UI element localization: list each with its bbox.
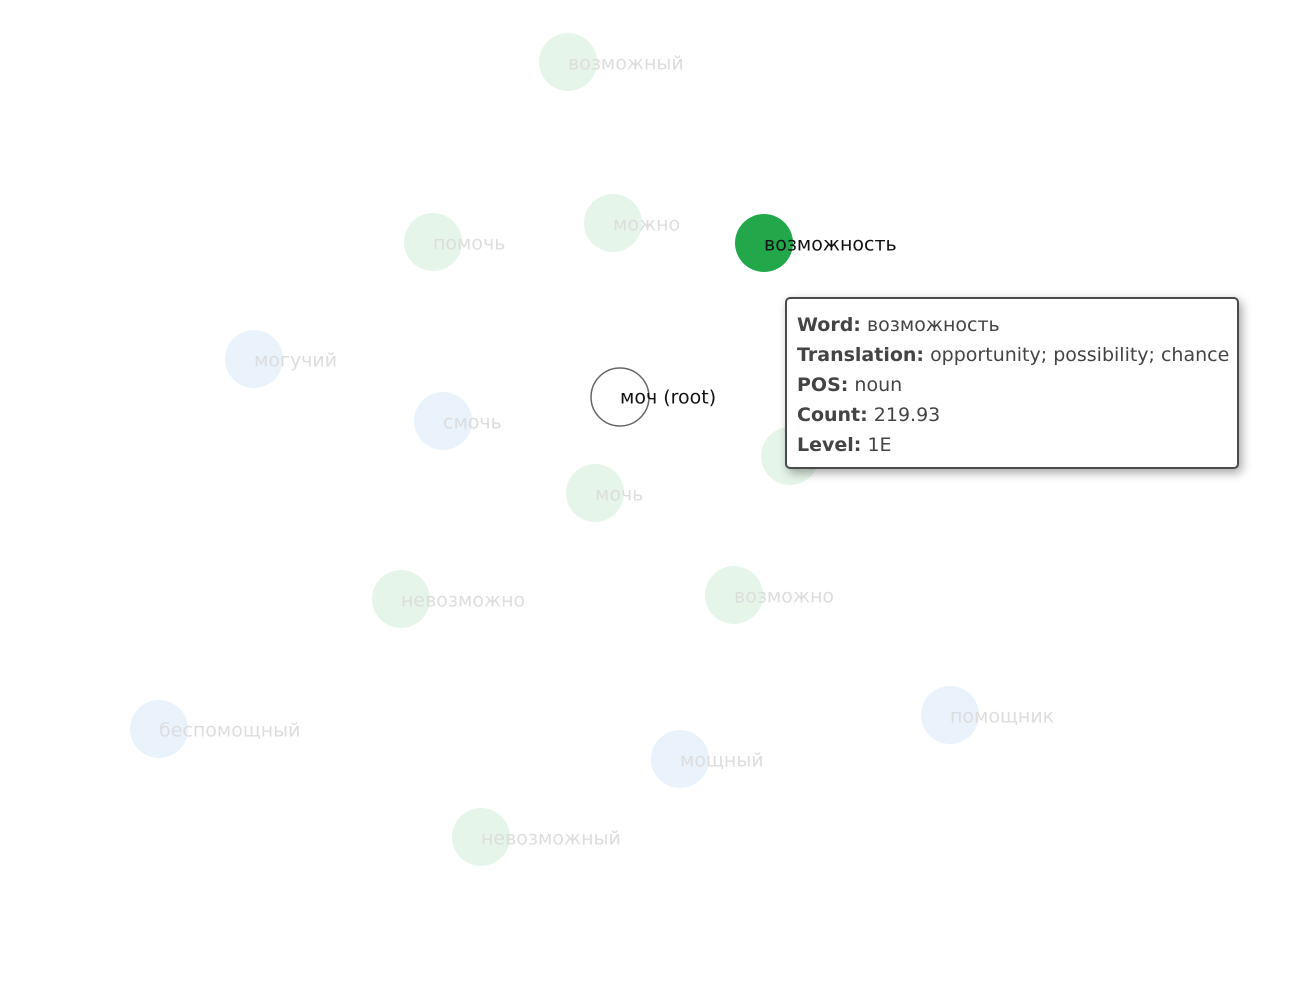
tooltip-pos-row: POS: noun <box>797 370 1227 400</box>
tooltip-word-row: Word: возможность <box>797 310 1227 340</box>
word-node-label-moch: мочь <box>595 484 643 506</box>
word-node-label-nevozmozhny: невозможный <box>481 828 621 850</box>
word-graph-canvas: возможный помочь можно возможность могучий см… <box>0 0 1316 1000</box>
tooltip-word-key: Word: <box>797 314 861 336</box>
word-network-graph[interactable]: возможный помочь можно возможность могучий см… <box>0 0 1316 1000</box>
word-node-label-mozhno: можно <box>613 214 680 236</box>
word-node-label-pomoshchnik: помощник <box>950 706 1054 728</box>
word-node-label-pomoch: помочь <box>433 233 505 255</box>
tooltip-translation-key: Translation: <box>797 344 925 366</box>
word-node-label-nevozmozhno: невозможно <box>401 590 525 612</box>
tooltip-level-row: Level: 1E <box>797 430 1227 460</box>
tooltip-translation-value: opportunity; possibility; chance <box>930 344 1230 366</box>
word-node-label-moguchiy: могучий <box>254 350 337 372</box>
tooltip-count-key: Count: <box>797 404 868 426</box>
root-node-label: моч (root) <box>620 387 716 409</box>
word-node-label-moshchny: мощный <box>680 750 764 772</box>
tooltip-pos-key: POS: <box>797 374 849 396</box>
word-node-label-vozmozhny: возможный <box>568 53 684 75</box>
tooltip-level-value: 1E <box>867 434 892 456</box>
tooltip-word-value: возможность <box>866 314 1000 336</box>
tooltip-count-row: Count: 219.93 <box>797 400 1227 430</box>
tooltip-level-key: Level: <box>797 434 862 456</box>
word-node-label-bespomoshchny: беспомощный <box>159 720 301 742</box>
word-node-label-smoch: смочь <box>443 412 502 434</box>
word-tooltip: Word: возможность Translation: opportuni… <box>785 297 1239 469</box>
word-node-label-vozmozhno: возможно <box>734 586 834 608</box>
tooltip-pos-value: noun <box>854 374 903 396</box>
word-node-label-vozmozhnost: возможность <box>764 234 897 256</box>
tooltip-translation-row: Translation: opportunity; possibility; c… <box>797 340 1230 370</box>
tooltip-count-value: 219.93 <box>873 404 941 426</box>
